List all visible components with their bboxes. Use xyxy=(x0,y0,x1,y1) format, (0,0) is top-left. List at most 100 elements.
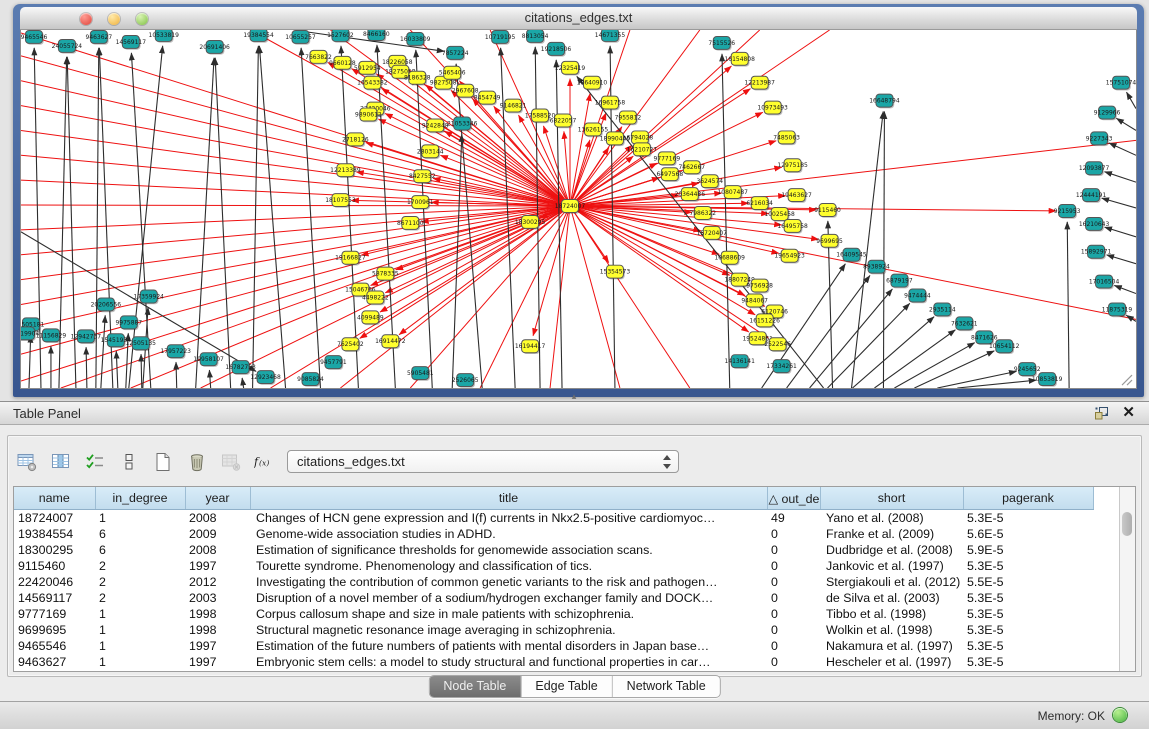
table-selector-dropdown[interactable]: citations_edges.txt xyxy=(287,450,679,473)
table-row[interactable]: 969969511998Structural magnetic resonanc… xyxy=(14,622,1093,638)
graph-node[interactable]: 8938924 xyxy=(863,260,890,274)
graph-node[interactable]: 18640910 xyxy=(577,76,608,90)
split-pane-handle[interactable]: ▴ xyxy=(566,392,582,401)
graph-node[interactable]: 12325419 xyxy=(555,61,586,75)
selection-mode-icon[interactable] xyxy=(84,451,106,473)
graph-node[interactable]: 20206556 xyxy=(91,298,122,312)
tab-network-table[interactable]: Network Table xyxy=(613,676,720,697)
graph-node[interactable]: 17957223 xyxy=(160,345,191,359)
scrollbar-thumb[interactable] xyxy=(1122,512,1132,536)
delete-table-icon[interactable] xyxy=(186,451,208,473)
graph-node[interactable]: 19218506 xyxy=(541,42,572,56)
graph-node[interactable]: 20691406 xyxy=(199,40,230,54)
table-row[interactable]: 946554611997Estimation of the future num… xyxy=(14,638,1093,654)
graph-node[interactable]: 15354573 xyxy=(600,265,631,279)
graph-node[interactable]: 16154808 xyxy=(724,52,755,66)
graph-node[interactable]: 9474444 xyxy=(904,289,931,303)
graph-node[interactable]: 9245652 xyxy=(1014,363,1041,377)
resize-grip-icon[interactable] xyxy=(1122,375,1132,385)
function-builder-icon[interactable]: f(x) xyxy=(254,451,276,473)
graph-node[interactable]: 19654923 xyxy=(774,249,805,263)
table-row[interactable]: 1938455462009Genome-wide association stu… xyxy=(14,526,1093,542)
graph-node[interactable]: 19463627 xyxy=(781,189,812,203)
graph-node[interactable]: 5905481 xyxy=(407,367,434,381)
graph-node[interactable]: 15720407 xyxy=(697,226,728,240)
graph-node[interactable]: 7515526 xyxy=(708,36,735,50)
graph-node[interactable]: 9699695 xyxy=(816,234,843,248)
graph-node[interactable]: 16194417 xyxy=(515,340,546,354)
table-row[interactable]: 1456911722003Disruption of a novel membe… xyxy=(14,590,1093,606)
graph-node[interactable]: 16033809 xyxy=(400,32,431,46)
show-columns-icon[interactable] xyxy=(50,451,72,473)
column-header[interactable]: pagerank xyxy=(963,487,1093,510)
memory-ok-indicator[interactable] xyxy=(1113,708,1127,722)
graph-node[interactable]: 7485063 xyxy=(773,131,800,145)
graph-node[interactable]: 1700961 xyxy=(407,196,434,210)
graph-node[interactable]: 2526065 xyxy=(452,374,479,388)
graph-node[interactable]: 8813054 xyxy=(522,30,549,44)
graph-node[interactable]: 12213389 xyxy=(330,164,361,178)
column-header[interactable]: title xyxy=(250,487,767,510)
graph-node[interactable]: 9463627 xyxy=(86,30,113,44)
graph-node[interactable]: 9129966 xyxy=(1094,106,1121,120)
graph-node[interactable]: 10688609 xyxy=(715,251,746,265)
graph-node[interactable]: 10719195 xyxy=(485,30,516,44)
create-column-icon[interactable] xyxy=(118,451,140,473)
table-vertical-scrollbar[interactable] xyxy=(1119,487,1135,671)
graph-node[interactable]: 11875319 xyxy=(1102,303,1133,317)
graph-node[interactable]: 16648794 xyxy=(869,94,900,108)
table-mode-icon[interactable] xyxy=(16,451,38,473)
graph-node[interactable]: 5912954 xyxy=(354,61,381,75)
table-row[interactable]: 946362711997Embryonic stem cells: a mode… xyxy=(14,654,1093,670)
float-panel-icon[interactable] xyxy=(1093,405,1109,421)
tab-edge-table[interactable]: Edge Table xyxy=(521,676,612,697)
column-header[interactable]: short xyxy=(820,487,963,510)
graph-node[interactable]: 24055724 xyxy=(52,39,83,53)
graph-node[interactable]: 14671355 xyxy=(595,30,626,43)
graph-node[interactable]: 5878335 xyxy=(372,267,399,281)
graph-node[interactable]: 17334261 xyxy=(766,360,797,374)
graph-node[interactable]: 7857224 xyxy=(442,46,469,60)
table-row[interactable]: 1830029562008Estimation of significance … xyxy=(14,542,1093,558)
graph-node[interactable]: 7625402 xyxy=(337,338,364,352)
column-header[interactable]: in_degree xyxy=(95,487,185,510)
tab-node-table[interactable]: Node Table xyxy=(429,676,521,697)
graph-node[interactable]: 7955812 xyxy=(615,111,642,125)
table-row[interactable]: 2242004622012Investigating the contribut… xyxy=(14,574,1093,590)
graph-node[interactable]: 8427552 xyxy=(409,170,436,184)
graph-node[interactable]: 9227343 xyxy=(1086,132,1113,146)
graph-node[interactable]: 4099489 xyxy=(357,311,384,325)
graph-node[interactable]: 9215953 xyxy=(1054,205,1081,219)
graph-node[interactable]: 3624574 xyxy=(696,175,723,189)
graph-node[interactable]: 9660128 xyxy=(329,56,356,70)
graph-node[interactable]: 16961758 xyxy=(595,96,626,110)
graph-node[interactable]: 17016504 xyxy=(1089,275,1120,289)
graph-node[interactable]: 15751074 xyxy=(1106,76,1136,90)
window-titlebar[interactable]: citations_edges.txt xyxy=(20,7,1137,30)
graph-node[interactable]: 9457791 xyxy=(320,356,347,370)
graph-node[interactable]: 12444191 xyxy=(1076,189,1107,203)
graph-node[interactable]: 6879197 xyxy=(886,274,913,288)
graph-node[interactable]: 12093877 xyxy=(1079,162,1110,176)
new-table-icon[interactable] xyxy=(152,451,174,473)
graph-node[interactable]: 12923468 xyxy=(250,371,281,385)
graph-node[interactable]: 7632621 xyxy=(951,317,978,331)
column-header[interactable]: △ out_de… xyxy=(767,487,820,510)
table-row[interactable]: 977716911998Corpus callosum shape and si… xyxy=(14,606,1093,622)
column-header[interactable]: year xyxy=(185,487,250,510)
graph-node[interactable]: 1527602 xyxy=(327,30,354,43)
graph-node[interactable]: 14569117 xyxy=(116,35,147,49)
graph-node[interactable]: 16914472 xyxy=(375,335,406,349)
table-row[interactable]: 1872400712008Changes of HCN gene express… xyxy=(14,510,1093,527)
network-canvas[interactable]: 1872400794655462405572494636271456911710… xyxy=(20,30,1137,389)
graph-node[interactable]: 12975185 xyxy=(777,159,808,173)
graph-node[interactable]: 16210643 xyxy=(1079,217,1110,231)
graph-node[interactable]: 2935114 xyxy=(929,303,956,317)
graph-node[interactable]: 10533819 xyxy=(149,30,180,43)
table-row[interactable]: 911546021997Tourette syndrome. Phenomeno… xyxy=(14,558,1093,574)
network-view-window[interactable]: citations_edges.txt 18724007946554624055… xyxy=(13,4,1144,397)
graph-node[interactable]: 15892971 xyxy=(1081,245,1112,259)
close-panel-icon[interactable]: ✕ xyxy=(1122,403,1135,421)
graph-node[interactable]: 12213987 xyxy=(744,76,775,90)
column-header[interactable]: name xyxy=(14,487,95,510)
